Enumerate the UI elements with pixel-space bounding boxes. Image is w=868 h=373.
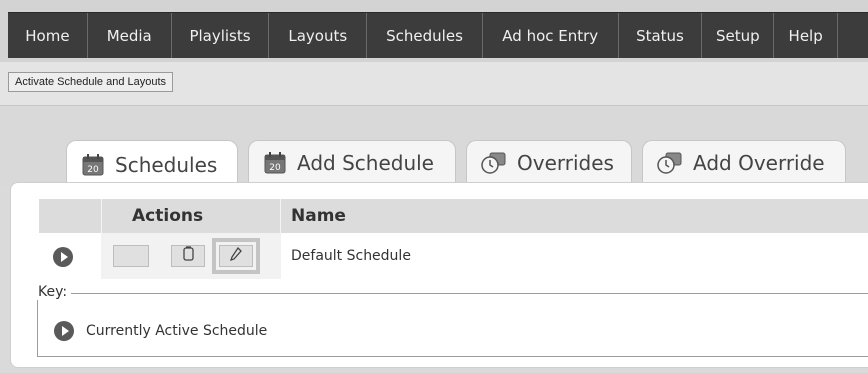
svg-text:20: 20 — [87, 165, 99, 175]
key-item-label: Currently Active Schedule — [86, 323, 268, 339]
override-icon — [481, 151, 507, 175]
calendar-icon: 20 — [263, 151, 287, 175]
main-menu-bar: Home Media Playlists Layouts Schedules A… — [8, 12, 868, 58]
nav-help[interactable]: Help — [774, 13, 839, 58]
pencil-icon — [229, 246, 243, 266]
tab-schedules-label: Schedules — [115, 152, 218, 177]
actions-cell — [101, 233, 281, 279]
nav-status[interactable]: Status — [619, 13, 703, 58]
tab-overrides[interactable]: Overrides — [466, 140, 632, 184]
key-item: Currently Active Schedule — [54, 320, 267, 342]
play-circle-icon[interactable] — [53, 247, 73, 267]
key-title: Key: — [34, 284, 72, 300]
tab-add-schedule[interactable]: 20 Add Schedule — [248, 140, 456, 184]
top-navigation: Home Media Playlists Layouts Schedules A… — [0, 0, 868, 62]
activate-schedule-button[interactable]: Activate Schedule and Layouts — [8, 72, 174, 92]
activate-action-button[interactable] — [113, 245, 149, 267]
schedule-name: Default Schedule — [291, 248, 411, 264]
action-toolbar: Activate Schedule and Layouts — [0, 62, 868, 106]
table-header: Actions Name — [39, 199, 868, 233]
edit-button[interactable] — [212, 238, 260, 274]
nav-home[interactable]: Home — [8, 13, 88, 58]
tab-add-override-label: Add Override — [693, 150, 825, 175]
nav-ad-hoc-entry[interactable]: Ad hoc Entry — [483, 13, 619, 58]
tab-add-override[interactable]: Add Override — [642, 140, 846, 184]
copy-button[interactable] — [171, 245, 205, 267]
nav-layouts[interactable]: Layouts — [269, 13, 368, 58]
tab-strip: 20 Schedules 20 Add Schedule Overrides A… — [0, 106, 868, 188]
nav-setup[interactable]: Setup — [702, 13, 775, 58]
play-circle-icon — [54, 321, 74, 341]
schedules-panel: Actions Name Default Schedule Key: Curre… — [10, 182, 868, 368]
key-legend-box: Key: Currently Active Schedule — [34, 284, 868, 357]
table-row: Default Schedule — [39, 233, 868, 279]
tab-add-schedule-label: Add Schedule — [297, 150, 434, 175]
svg-text:20: 20 — [269, 163, 281, 173]
nav-schedules[interactable]: Schedules — [367, 13, 483, 58]
nav-overflow[interactable] — [838, 13, 868, 58]
copy-icon — [181, 246, 195, 266]
tab-schedules[interactable]: 20 Schedules — [66, 140, 238, 188]
nav-media[interactable]: Media — [88, 13, 172, 58]
column-header-name: Name — [291, 206, 346, 226]
tab-overrides-label: Overrides — [517, 150, 614, 175]
nav-playlists[interactable]: Playlists — [172, 13, 270, 58]
override-icon — [657, 151, 683, 175]
column-header-actions: Actions — [101, 199, 281, 233]
calendar-icon: 20 — [81, 153, 105, 177]
